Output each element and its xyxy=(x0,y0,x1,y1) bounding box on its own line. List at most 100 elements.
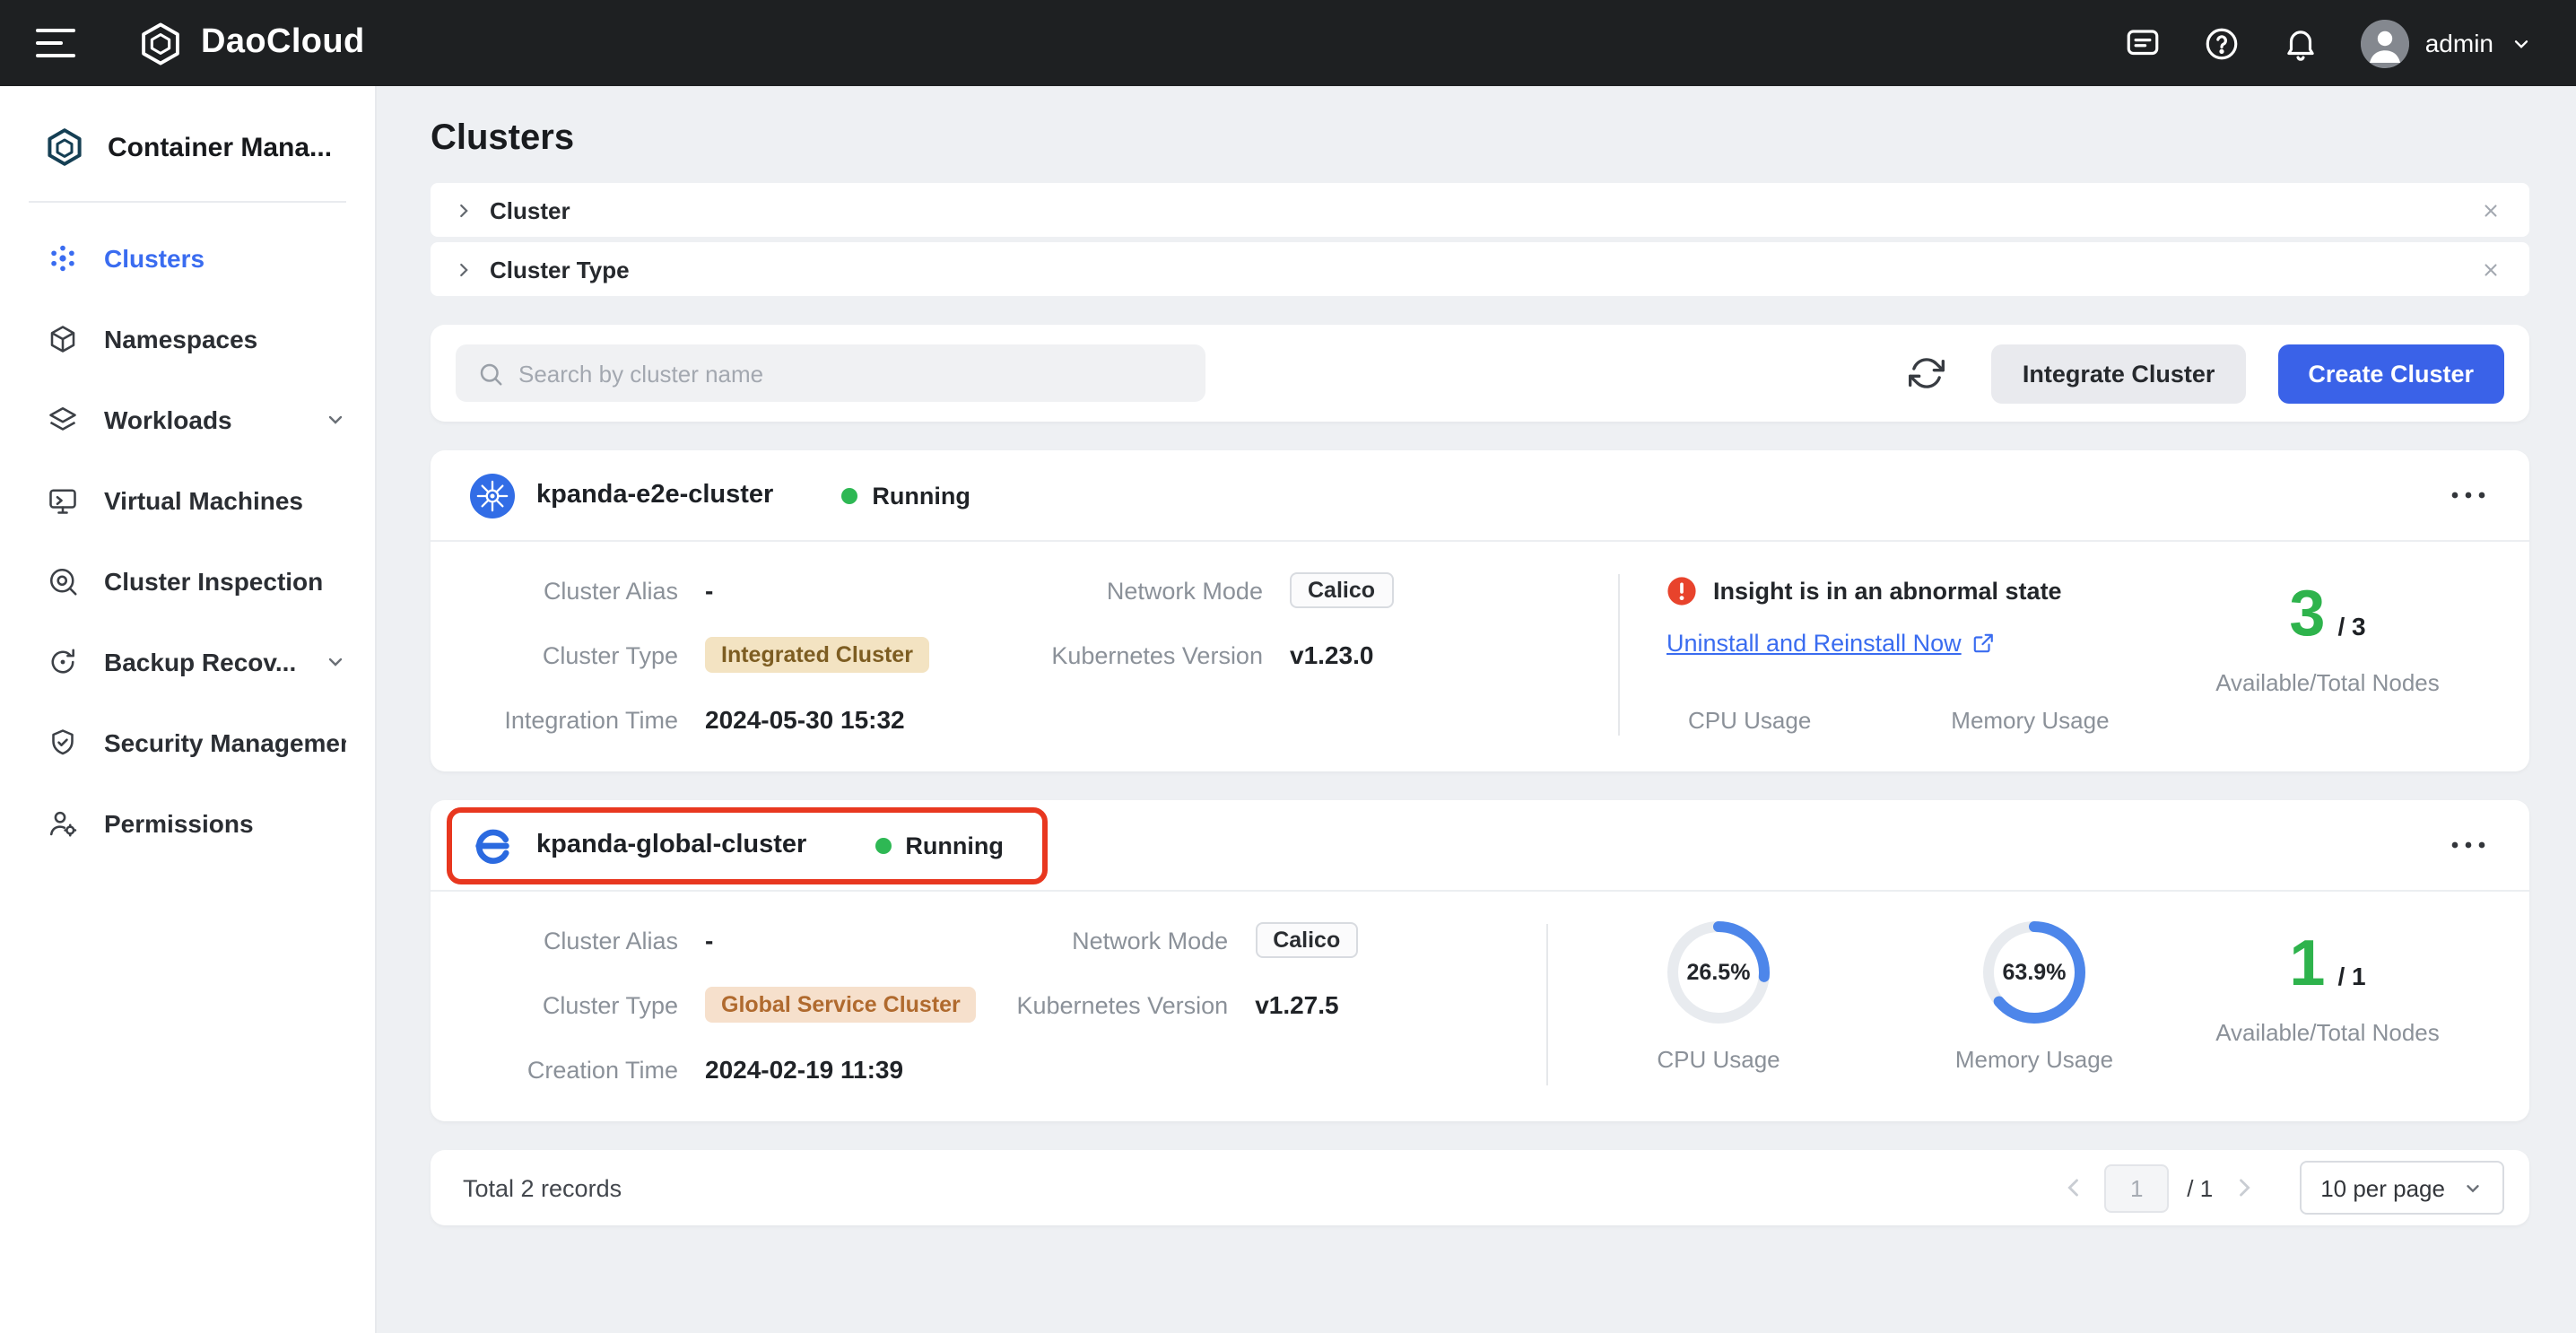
search-icon xyxy=(477,360,504,387)
sidebar-item-workloads[interactable]: Workloads xyxy=(0,379,375,459)
status-badge: Running xyxy=(841,482,970,509)
cluster-identity: kpanda-e2e-cluster Running xyxy=(470,473,970,518)
cpu-usage-label: CPU Usage xyxy=(1688,707,1811,734)
cluster-inspection-icon xyxy=(47,564,79,597)
cluster-card-kpanda-global-cluster: kpanda-global-cluster Running Cluster Al… xyxy=(431,800,2529,1121)
cluster-info-column-2: Network Mode Calico Kubernetes Version v… xyxy=(991,920,1546,1024)
cluster-info-column-2: Network Mode Calico Kubernetes Version v… xyxy=(1026,571,1618,675)
search-input[interactable] xyxy=(518,360,1184,387)
available-nodes-count: 1 xyxy=(2289,929,2325,998)
usage-labels: CPU Usage Memory Usage xyxy=(1667,707,2162,734)
ellipsis-icon xyxy=(2450,490,2486,501)
global-cluster-icon xyxy=(470,823,515,867)
sidebar-item-clusters[interactable]: Clusters xyxy=(0,217,375,298)
cluster-name-link[interactable]: kpanda-global-cluster xyxy=(536,831,806,859)
user-gear-icon xyxy=(47,806,79,839)
chevron-down-icon[interactable] xyxy=(325,650,346,672)
page-count: / 1 xyxy=(2187,1174,2213,1201)
sidebar-item-cluster-inspection[interactable]: Cluster Inspection xyxy=(0,540,375,621)
cluster-card-body: Cluster Alias - Cluster Type Global Serv… xyxy=(431,892,2529,1121)
more-actions-button[interactable] xyxy=(2443,483,2493,508)
brand-name: DaoCloud xyxy=(201,23,365,63)
uninstall-reinstall-link[interactable]: Uninstall and Reinstall Now xyxy=(1667,630,1996,657)
cluster-type-badge: Integrated Cluster xyxy=(705,637,929,673)
status-dot xyxy=(841,487,857,503)
cluster-alias-value: - xyxy=(705,926,713,954)
more-actions-button[interactable] xyxy=(2443,832,2493,858)
chevron-down-icon xyxy=(2463,1178,2483,1198)
total-records: Total 2 records xyxy=(463,1174,622,1201)
sidebar: Container Mana... Clusters xyxy=(0,86,377,1333)
messages-icon[interactable] xyxy=(2124,24,2162,62)
cluster-name-link[interactable]: kpanda-e2e-cluster xyxy=(536,481,773,510)
nodes-caption: Available/Total Nodes xyxy=(2162,669,2493,696)
page-number-input[interactable] xyxy=(2104,1163,2169,1212)
refresh-icon xyxy=(1910,355,1945,391)
insight-alert-text: Insight is in an abnormal state xyxy=(1713,578,2062,605)
app-root: DaoCloud xyxy=(0,0,2576,1333)
pagination-bar: Total 2 records / 1 10 per page xyxy=(431,1150,2529,1225)
filter-label: Cluster Type xyxy=(490,256,630,283)
help-icon[interactable] xyxy=(2203,24,2241,62)
memory-usage-chart: 63.9% Memory Usage xyxy=(1907,920,2162,1073)
next-page-button[interactable] xyxy=(2231,1175,2256,1200)
prev-page-button[interactable] xyxy=(2061,1175,2086,1200)
backup-recovery-icon xyxy=(47,645,79,677)
nodes-caption: Available/Total Nodes xyxy=(2162,1019,2493,1046)
shield-icon xyxy=(47,726,79,758)
virtual-machines-icon xyxy=(47,484,79,516)
user-menu[interactable]: admin xyxy=(2361,19,2533,67)
sidebar-item-namespaces[interactable]: Namespaces xyxy=(0,298,375,379)
total-nodes-count: / 3 xyxy=(2337,612,2365,640)
container-management-icon xyxy=(43,126,86,169)
cluster-card-kpanda-e2e-cluster: kpanda-e2e-cluster Running Cluster Alias… xyxy=(431,450,2529,771)
available-nodes-count: 3 xyxy=(2289,579,2325,648)
pager: / 1 10 per page xyxy=(2061,1161,2504,1215)
close-icon[interactable] xyxy=(2481,200,2501,220)
memory-usage-label: Memory Usage xyxy=(1907,1046,2162,1073)
cluster-identity-annotation: kpanda-global-cluster Running xyxy=(447,806,1049,884)
workloads-icon xyxy=(47,403,79,435)
sidebar-item-permissions[interactable]: Permissions xyxy=(0,782,375,863)
close-icon[interactable] xyxy=(2481,259,2501,279)
brand[interactable]: DaoCloud xyxy=(136,19,365,67)
external-link-icon xyxy=(1972,632,1996,655)
cluster-card-body: Cluster Alias - Cluster Type Integrated … xyxy=(431,542,2529,771)
chevron-right-icon[interactable] xyxy=(454,200,474,220)
cpu-usage-chart: 26.5% CPU Usage xyxy=(1591,920,1846,1073)
module-switcher[interactable]: Container Mana... xyxy=(0,86,375,201)
cpu-usage-label: CPU Usage xyxy=(1591,1046,1846,1073)
divider xyxy=(29,201,346,203)
topbar-actions: admin xyxy=(2124,19,2533,67)
network-mode-badge: Calico xyxy=(1255,922,1358,958)
status-badge: Running xyxy=(875,832,1003,858)
module-title: Container Mana... xyxy=(108,132,332,162)
sidebar-nav: Clusters Namespaces Wo xyxy=(0,217,375,863)
integrate-cluster-button[interactable]: Integrate Cluster xyxy=(1992,344,2246,403)
status-dot xyxy=(875,837,891,853)
memory-usage-value: 63.9% xyxy=(1982,920,2086,1024)
chevron-down-icon[interactable] xyxy=(325,408,346,430)
sidebar-item-backup-recovery[interactable]: Backup Recov... xyxy=(0,621,375,701)
create-cluster-button[interactable]: Create Cluster xyxy=(2277,344,2504,403)
sidebar-item-virtual-machines[interactable]: Virtual Machines xyxy=(0,459,375,540)
notifications-bell-icon[interactable] xyxy=(2282,24,2319,62)
filter-row-cluster: Cluster xyxy=(431,183,2529,237)
page-title: Clusters xyxy=(431,118,2529,160)
cluster-alias-value: - xyxy=(705,576,713,605)
network-mode-badge: Calico xyxy=(1290,572,1393,608)
filter-row-cluster-type: Cluster Type xyxy=(431,242,2529,296)
sidebar-item-security-management[interactable]: Security Management xyxy=(0,701,375,782)
usage-charts: 26.5% CPU Usage 63.9% Memory Usage xyxy=(1548,920,2162,1073)
daocloud-logo-icon xyxy=(136,19,185,67)
refresh-button[interactable] xyxy=(1910,355,1945,391)
search-box xyxy=(456,344,1205,402)
page-size-select[interactable]: 10 per page xyxy=(2299,1161,2504,1215)
clusters-icon xyxy=(47,241,79,274)
chevron-down-icon xyxy=(2510,31,2533,55)
insight-status-panel: Insight is in an abnormal state Uninstal… xyxy=(1620,571,2162,734)
kubernetes-version-value: v1.23.0 xyxy=(1290,640,1373,669)
topbar: DaoCloud xyxy=(0,0,2576,86)
chevron-right-icon[interactable] xyxy=(454,259,474,279)
menu-toggle-button[interactable] xyxy=(36,29,75,57)
